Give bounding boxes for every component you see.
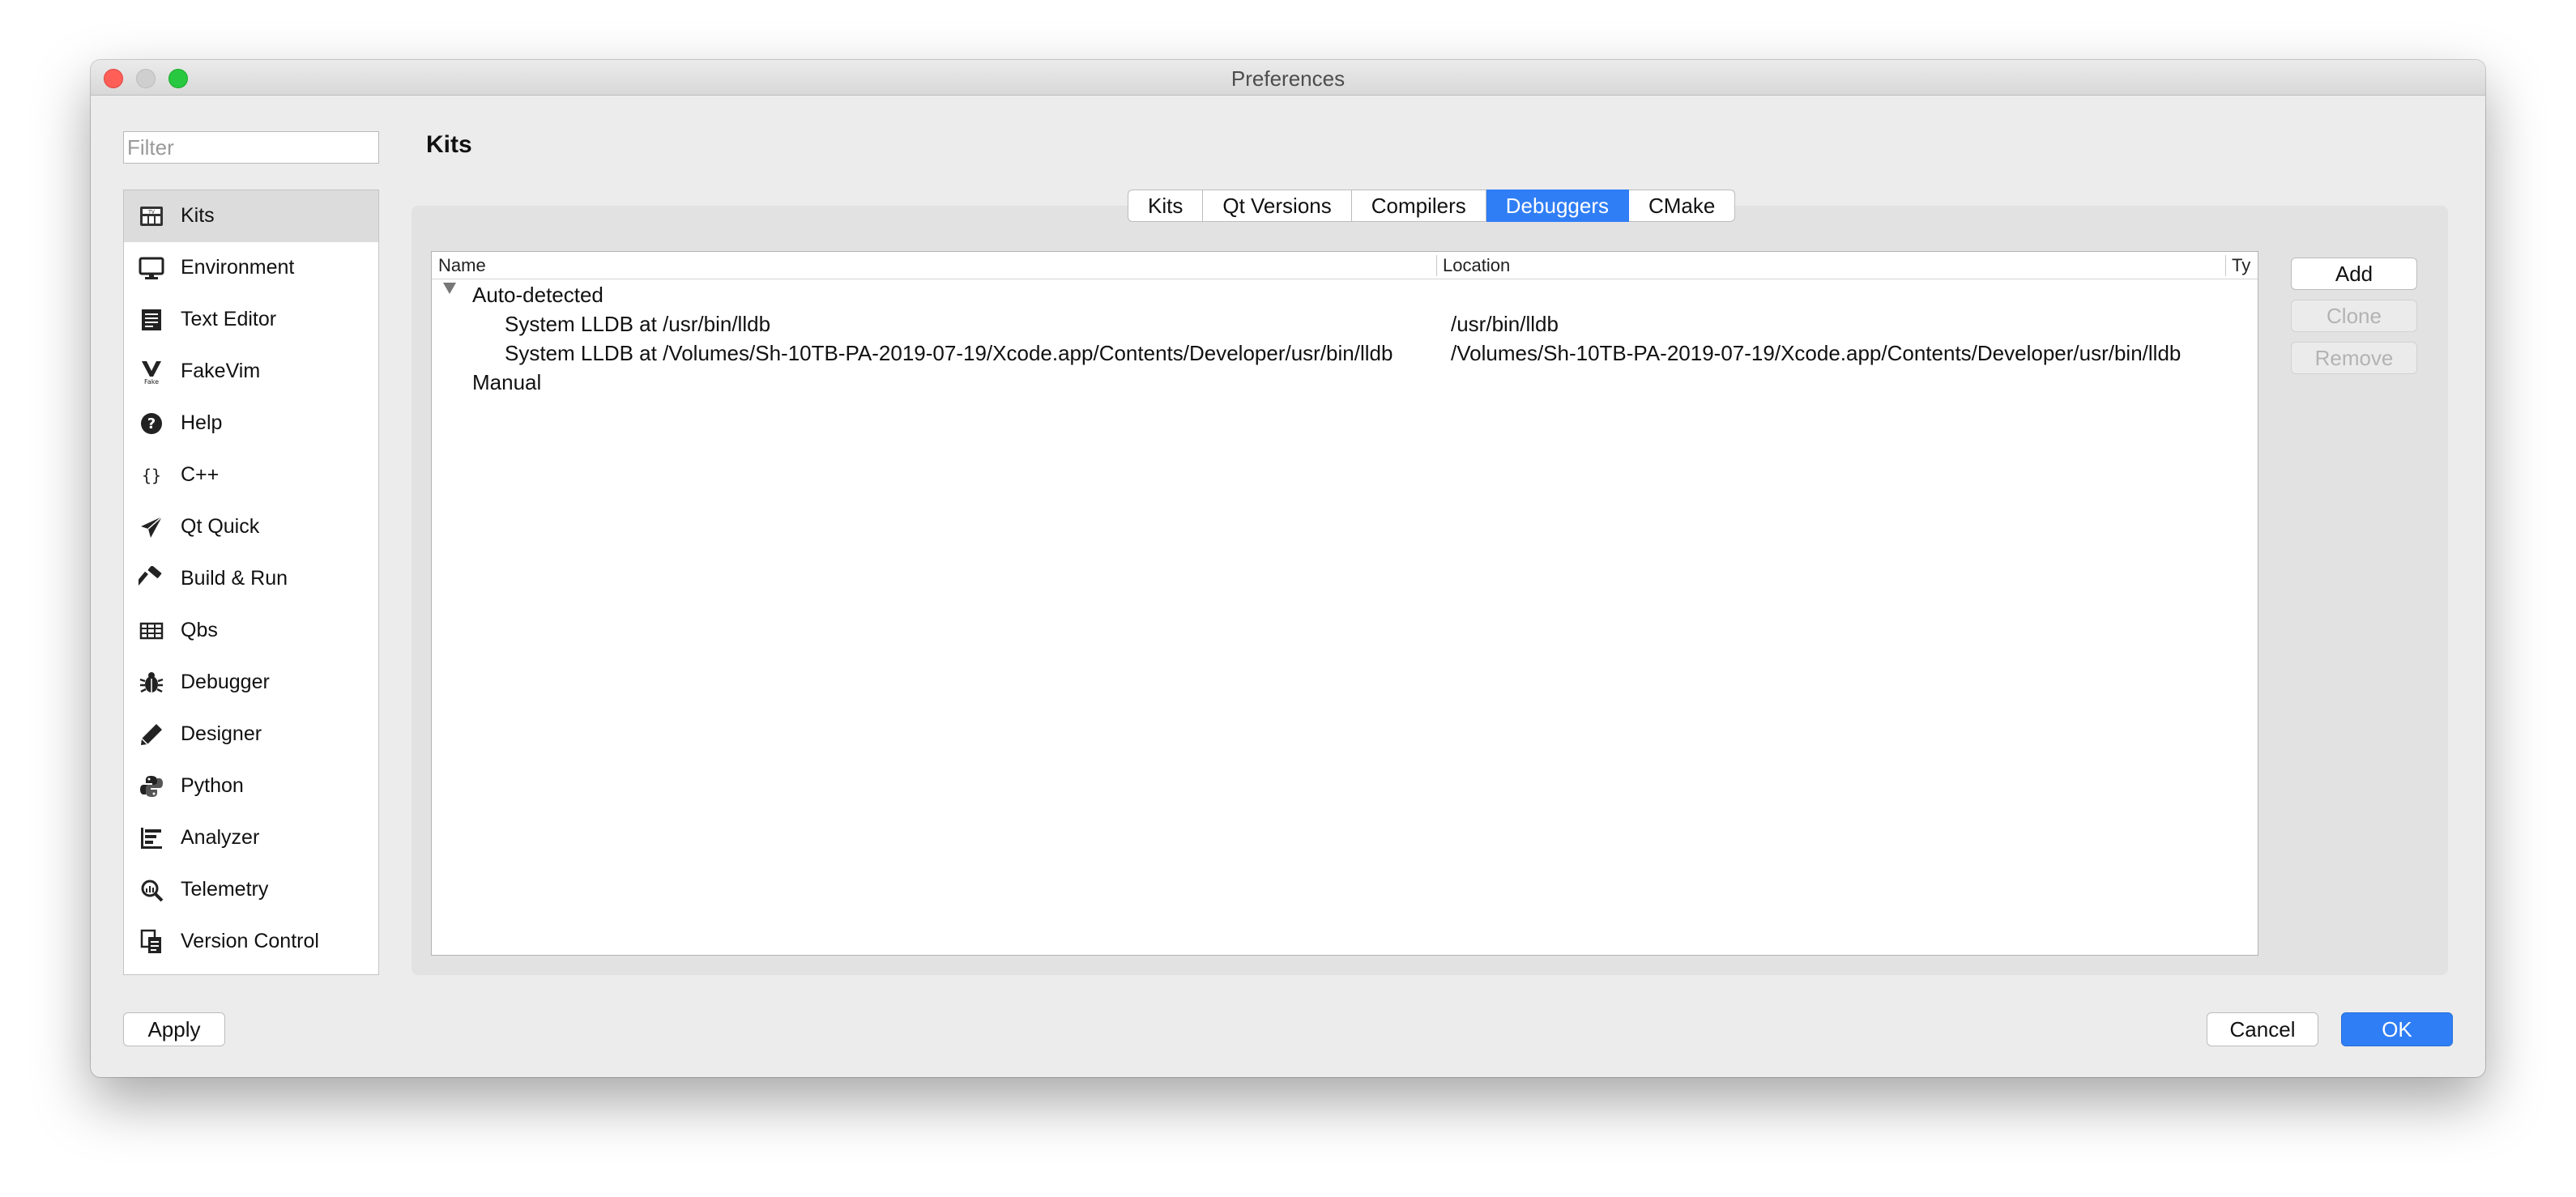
paper-plane-icon <box>139 514 164 540</box>
qbs-icon <box>139 618 164 644</box>
debugger-name: System LLDB at /usr/bin/lldb <box>505 312 771 336</box>
sidebar-item-label: Kits <box>181 204 215 227</box>
sidebar-item-telemetry[interactable]: Telemetry <box>124 864 378 916</box>
sidebar-item-python[interactable]: Python <box>124 760 378 812</box>
help-icon: ? <box>139 411 164 437</box>
debugger-location: /Volumes/Sh-10TB-PA-2019-07-19/Xcode.app… <box>1451 341 2181 365</box>
remove-button[interactable]: Remove <box>2291 342 2417 374</box>
tab-compilers[interactable]: Compilers <box>1351 190 1486 222</box>
cancel-button[interactable]: Cancel <box>2207 1012 2318 1046</box>
tree-group-auto-detected[interactable]: Auto-detected <box>432 281 2258 310</box>
sidebar-item-build-run[interactable]: Build & Run <box>124 553 378 605</box>
group-label: Manual <box>472 370 542 394</box>
column-header-name[interactable]: Name <box>438 255 486 276</box>
tab-debuggers[interactable]: Debuggers <box>1486 190 1629 222</box>
sidebar-item-environment[interactable]: Environment <box>124 242 378 294</box>
hammer-icon <box>139 566 164 592</box>
sidebar-item-debugger[interactable]: Debugger <box>124 657 378 709</box>
sidebar-item-label: C++ <box>181 463 220 486</box>
group-label: Auto-detected <box>472 283 603 307</box>
svg-text:?: ? <box>147 415 156 432</box>
version-control-icon <box>139 929 164 955</box>
sidebar-item-label: Text Editor <box>181 308 277 330</box>
svg-text:{}: {} <box>142 466 161 485</box>
debugger-location: /usr/bin/lldb <box>1451 312 1559 336</box>
fakevim-icon: Fake <box>139 359 164 385</box>
tab-qt-versions[interactable]: Qt Versions <box>1203 190 1352 222</box>
telemetry-icon <box>139 877 164 903</box>
expand-triangle-icon[interactable] <box>443 283 456 294</box>
braces-icon: {} <box>139 462 164 488</box>
sidebar-item-analyzer[interactable]: Analyzer <box>124 812 378 864</box>
sidebar-item-fakevim[interactable]: Fake FakeVim <box>124 346 378 398</box>
sidebar-item-label: Qt Quick <box>181 515 260 538</box>
title-bar: Preferences <box>91 60 2485 96</box>
filter-input[interactable] <box>123 131 379 164</box>
clone-button[interactable]: Clone <box>2291 300 2417 332</box>
sidebar-item-label: Version Control <box>181 930 319 952</box>
tree-header: Name Location Ty <box>432 252 2258 279</box>
tab-kits[interactable]: Kits <box>1128 190 1204 222</box>
sidebar-item-label: Python <box>181 774 244 797</box>
sidebar-item-help[interactable]: ? Help <box>124 398 378 449</box>
svg-text:Fake: Fake <box>144 378 159 385</box>
python-icon <box>139 773 164 799</box>
sidebar-item-label: Help <box>181 411 223 434</box>
sidebar-item-version-control[interactable]: Version Control <box>124 916 378 968</box>
column-header-type[interactable]: Ty <box>2232 255 2250 276</box>
sidebar-item-label: Qbs <box>181 619 218 641</box>
sidebar-item-qt-quick[interactable]: Qt Quick <box>124 501 378 553</box>
sidebar-item-cpp[interactable]: {} C++ <box>124 449 378 501</box>
sidebar-item-label: Environment <box>181 256 295 279</box>
sidebar-item-label: Build & Run <box>181 567 288 590</box>
column-separator <box>1436 255 1437 276</box>
debuggers-tree[interactable]: Name Location Ty Auto-detected System LL… <box>431 251 2258 956</box>
tree-group-manual[interactable]: Manual <box>432 368 2258 398</box>
apply-button[interactable]: Apply <box>123 1012 225 1046</box>
analyzer-icon <box>139 825 164 851</box>
column-separator <box>2225 255 2226 276</box>
sidebar-item-label: FakeVim <box>181 360 261 382</box>
svg-text:TV: TV <box>147 210 156 215</box>
page-title: Kits <box>426 131 472 158</box>
sidebar: TV Kits Environment Text Editor Fake Fak… <box>123 190 379 975</box>
ok-button[interactable]: OK <box>2341 1012 2453 1046</box>
add-button[interactable]: Add <box>2291 258 2417 290</box>
sidebar-item-label: Debugger <box>181 671 270 693</box>
monitor-icon <box>139 255 164 281</box>
tab-cmake[interactable]: CMake <box>1628 190 1736 222</box>
sidebar-item-text-editor[interactable]: Text Editor <box>124 294 378 346</box>
sidebar-item-label: Telemetry <box>181 878 269 901</box>
table-row[interactable]: System LLDB at /usr/bin/lldb /usr/bin/ll… <box>432 310 2258 339</box>
window-title: Preferences <box>1230 66 1346 91</box>
text-editor-icon <box>139 307 164 333</box>
kits-icon: TV <box>139 203 164 229</box>
table-row[interactable]: System LLDB at /Volumes/Sh-10TB-PA-2019-… <box>432 339 2258 368</box>
sidebar-item-kits[interactable]: TV Kits <box>124 190 378 242</box>
sidebar-item-designer[interactable]: Designer <box>124 709 378 760</box>
tab-bar: Kits Qt Versions Compilers Debuggers CMa… <box>1128 190 1736 222</box>
pencil-icon <box>139 722 164 748</box>
sidebar-item-qbs[interactable]: Qbs <box>124 605 378 657</box>
sidebar-item-label: Designer <box>181 722 262 745</box>
bug-icon <box>139 670 164 696</box>
debugger-name: System LLDB at /Volumes/Sh-10TB-PA-2019-… <box>505 341 1393 365</box>
sidebar-item-label: Analyzer <box>181 826 260 849</box>
preferences-window: Preferences TV Kits Environment Text Edi… <box>91 60 2485 1077</box>
column-header-location[interactable]: Location <box>1443 255 1510 276</box>
